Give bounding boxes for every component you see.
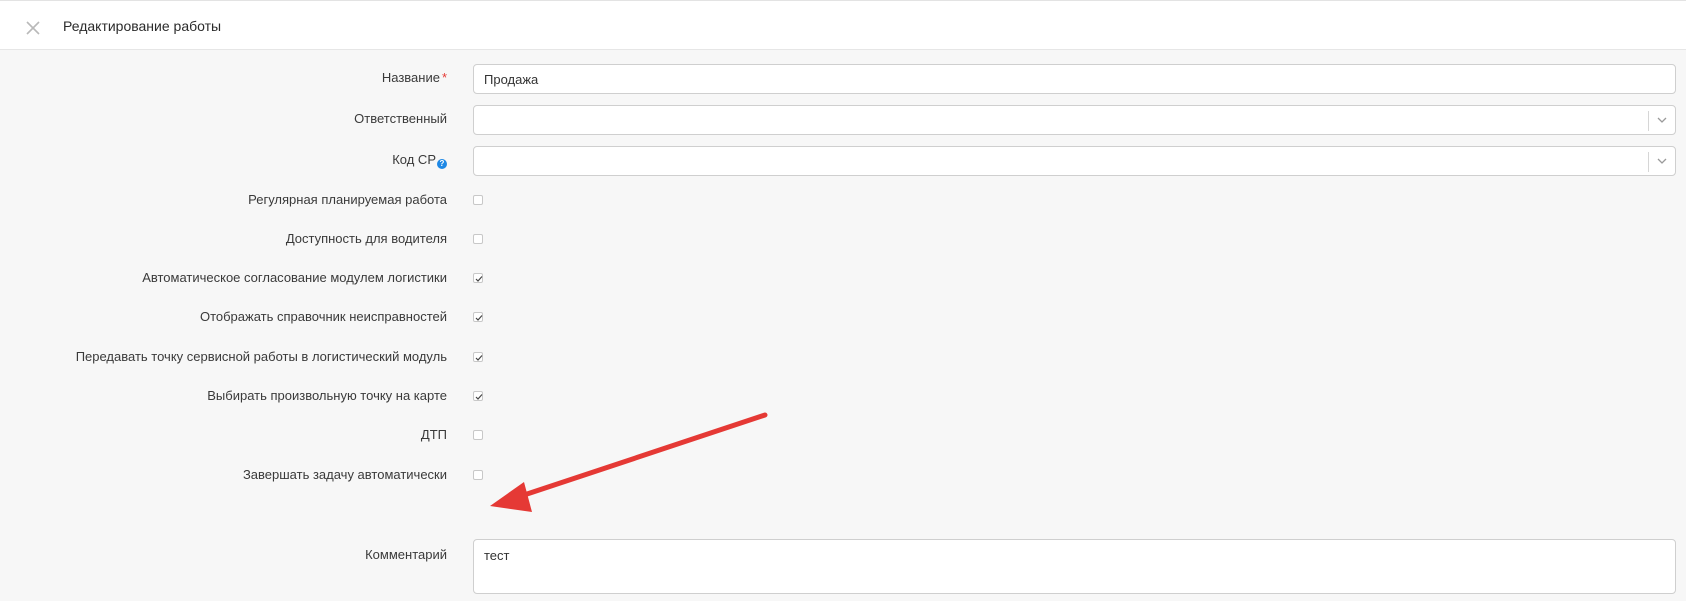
checkbox-label: Передавать точку сервисной работы в логи… [75,349,447,364]
checkbox-label: Доступность для водителя [285,231,447,246]
cr-code-select[interactable] [473,146,1676,176]
checkmark-icon [475,394,483,400]
regular-work-checkbox[interactable] [473,195,483,205]
service-point-checkbox[interactable] [473,352,483,362]
checkbox-label: Завершать задачу автоматически [242,467,447,482]
cr-code-label: Код СР? [392,152,447,169]
faults-directory-checkbox[interactable] [473,312,483,322]
checkbox-label: Выбирать произвольную точку на карте [207,388,447,403]
form-body: Название* Ответственный Код СР? Регулярн… [0,50,1686,601]
checkmark-icon [475,276,483,282]
comment-label: Комментарий [365,547,447,562]
accident-checkbox[interactable] [473,430,483,440]
close-icon [26,21,40,35]
select-divider [1648,152,1649,172]
modal-header: Редактирование работы [0,0,1686,50]
name-input[interactable] [473,64,1676,94]
checkmark-icon [475,315,483,321]
chevron-down-icon [1657,158,1667,164]
checkbox-label: Отображать справочник неисправностей [199,309,447,324]
comment-textarea[interactable]: тест [473,539,1676,594]
responsible-label: Ответственный [354,111,447,126]
required-mark: * [441,70,447,85]
select-divider [1648,111,1649,131]
checkbox-label: ДТП [420,427,447,442]
question-icon[interactable]: ? [437,159,447,169]
map-point-checkbox[interactable] [473,391,483,401]
checkmark-icon [475,355,483,361]
checkbox-label: Регулярная планируемая работа [248,192,447,207]
responsible-select[interactable] [473,105,1676,135]
driver-availability-checkbox[interactable] [473,234,483,244]
checkbox-label: Автоматическое согласование модулем логи… [142,270,447,285]
auto-complete-checkbox[interactable] [473,470,483,480]
cr-code-label-text: Код СР [392,152,436,167]
name-label-text: Название [381,70,440,85]
auto-approve-checkbox[interactable] [473,273,483,283]
name-label: Название * [382,70,447,86]
page-title: Редактирование работы [63,18,222,34]
chevron-down-icon [1657,117,1667,123]
close-button[interactable] [22,17,44,39]
